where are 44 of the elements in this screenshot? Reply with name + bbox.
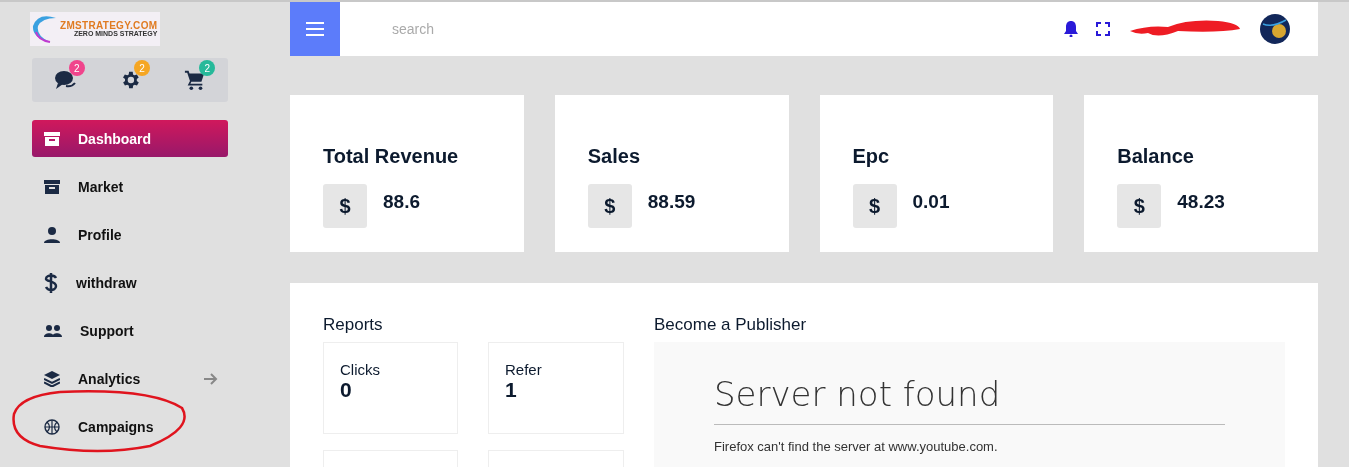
chat-icon — [53, 69, 76, 91]
stat-value: 88.59 — [647, 191, 696, 213]
menu-icon — [306, 22, 324, 36]
currency-badge: $ — [1117, 184, 1162, 228]
sidebar-item[interactable]: Market — [32, 168, 228, 205]
sidebar-item[interactable]: Profile — [32, 216, 228, 253]
sidebar-item[interactable]: Dashboard — [32, 120, 228, 157]
currency-badge: $ — [587, 184, 632, 228]
dollar-icon — [44, 272, 58, 293]
stat-title: Balance — [1117, 145, 1195, 168]
stat-title: Epc — [852, 145, 891, 168]
count-badge: 2 — [134, 60, 150, 76]
bell-icon[interactable] — [1064, 21, 1078, 37]
count-badge: 2 — [68, 60, 85, 76]
tile-value: 1 — [505, 378, 518, 402]
stat-value: 88.6 — [383, 191, 420, 213]
sidebar-item[interactable]: Campaigns — [32, 408, 228, 445]
currency-badge: $ — [852, 184, 897, 228]
error-text: Firefox can't find the server at www.youtube.com. — [714, 439, 999, 454]
people-icon — [44, 324, 62, 337]
tile-label: Clicks — [340, 361, 381, 378]
error-title: Server not found — [714, 374, 1225, 425]
stat-value: 0.01 — [912, 191, 950, 213]
sidebar-item[interactable]: Support — [32, 312, 228, 349]
currency-badge: $ — [323, 184, 367, 228]
archive-icon — [44, 178, 60, 195]
sidebar-item[interactable]: withdraw — [32, 264, 228, 301]
stat-title: Sales — [587, 145, 641, 168]
section-title: Become a Publisher — [654, 315, 808, 335]
section-title: Reports — [323, 315, 384, 335]
sidebar-item[interactable]: Analytics — [32, 360, 228, 397]
menu-button[interactable] — [290, 2, 340, 56]
count-badge: 2 — [199, 60, 216, 76]
layers-icon — [44, 370, 60, 387]
logo-title: ZMSTRATEGY.COM — [60, 21, 158, 31]
tile-label: Refer — [505, 361, 543, 378]
tile-value: 0 — [340, 378, 353, 402]
avatar — [1260, 14, 1290, 44]
stat-title: Total Revenue — [323, 145, 460, 168]
person-icon — [44, 226, 60, 243]
stat-value: 48.23 — [1177, 191, 1225, 213]
archive-icon — [44, 130, 60, 147]
fullscreen-icon[interactable] — [1096, 22, 1110, 36]
basketball-icon — [44, 418, 60, 435]
